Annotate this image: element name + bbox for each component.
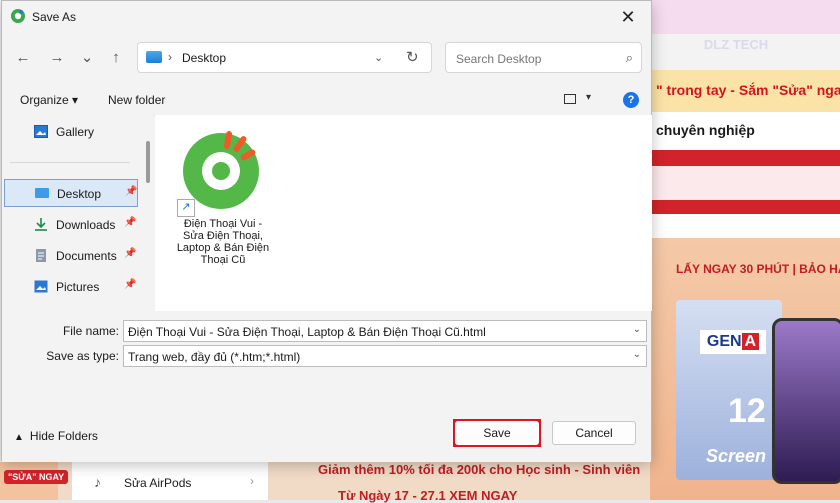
save-button[interactable]: Save	[455, 421, 539, 445]
refresh-icon[interactable]: ↻	[406, 48, 419, 66]
pin-icon[interactable]: 📌	[124, 279, 136, 290]
desktop-icon	[146, 51, 162, 63]
file-name-field-label: File name:	[62, 324, 119, 338]
save-type-value[interactable]	[128, 349, 618, 364]
bg-brand-accent: A	[741, 333, 760, 350]
bg-red-bar	[650, 150, 840, 166]
bg-pink-bar	[650, 166, 840, 200]
search-input[interactable]	[454, 49, 618, 69]
bg-banner: " trong tay - Sắm "Sửa" ngay!	[650, 70, 840, 112]
new-folder-button[interactable]: New folder	[108, 93, 165, 107]
download-icon	[35, 218, 47, 231]
pictures-icon	[34, 280, 48, 293]
sidebar-item-desktop[interactable]: Desktop 📌	[4, 179, 138, 207]
navigation-bar: ← → ⌄ ↑ › Desktop ⌄ ↻ ⌕	[2, 39, 651, 77]
forward-button[interactable]: →	[44, 45, 70, 71]
bg-badge: "SỬA" NGAY	[4, 470, 69, 484]
file-name-combobox: ⌄	[123, 320, 647, 342]
breadcrumb-desktop[interactable]: Desktop	[182, 51, 226, 65]
bg-side-menu-label: Sửa AirPods	[124, 476, 192, 490]
file-name-label: Điện Thoại Vui - Sửa Điện Thoại, Laptop …	[176, 218, 270, 266]
chevron-right-icon: ›	[250, 474, 254, 488]
pin-icon[interactable]: 📌	[124, 248, 136, 259]
shortcut-arrow-icon: ↗	[177, 199, 195, 217]
command-bar: Organize ▾ New folder ▾ ?	[2, 85, 651, 116]
cancel-button[interactable]: Cancel	[552, 421, 636, 445]
save-type-select[interactable]: ⌄	[123, 345, 647, 367]
bg-phone-image	[772, 318, 840, 484]
file-item[interactable]: ↗ Điện Thoại Vui - Sửa Điện Thoại, Lapto…	[175, 123, 271, 283]
pin-icon[interactable]: 📌	[125, 186, 137, 197]
caret-up-icon: ▲	[14, 432, 24, 443]
save-options-panel: File name: ⌄ Save as type: ⌄ ▲ Hide Folde…	[2, 311, 651, 462]
bg-brand-text: GEN	[706, 333, 742, 350]
bg-product-label: Screen	[706, 446, 767, 466]
bg-bottom-date: Từ Ngày 17 - 27.1 XEM NGAY	[338, 488, 518, 503]
documents-icon	[36, 249, 46, 262]
chevron-down-icon[interactable]: ⌄	[633, 324, 641, 335]
gallery-icon	[34, 125, 48, 138]
sidebar-item-label: Gallery	[56, 125, 95, 139]
breadcrumb-separator: ›	[168, 50, 172, 64]
chevron-down-icon[interactable]: ⌄	[374, 51, 383, 64]
sidebar-item-label: Downloads	[56, 218, 116, 232]
bg-top-strip	[650, 0, 840, 34]
up-button[interactable]: ↑	[103, 45, 129, 71]
search-box: ⌕	[445, 42, 642, 73]
sidebar-divider	[10, 162, 130, 163]
bg-product-model: 12	[728, 392, 766, 430]
coccoc-browser-icon	[11, 9, 25, 23]
file-name-input[interactable]	[128, 324, 618, 339]
file-list: ↗ Điện Thoại Vui - Sửa Điện Thoại, Lapto…	[155, 115, 652, 311]
close-button[interactable]: ✕	[605, 1, 651, 33]
airpods-icon: ♪	[94, 474, 101, 490]
help-icon[interactable]: ?	[623, 92, 639, 108]
bg-bottom-promo: Giảm thêm 10% tối đa 200k cho Học sinh -…	[318, 462, 641, 477]
view-dropdown-icon[interactable]: ▾	[586, 92, 591, 103]
bg-promo-text: LẤY NGAY 30 PHÚT | BẢO HÀ	[676, 262, 840, 276]
dialog-title: Save As	[32, 10, 77, 24]
sidebar-item-documents[interactable]: Documents 📌	[4, 242, 138, 270]
sidebar-item-gallery[interactable]: Gallery	[4, 118, 138, 146]
pin-icon[interactable]: 📌	[124, 217, 136, 228]
search-icon[interactable]: ⌕	[626, 50, 633, 66]
hide-folders-button[interactable]: ▲ Hide Folders	[14, 429, 98, 443]
bg-banner-text: " trong tay - Sắm "Sửa" ngay!	[656, 82, 840, 98]
bg-red-bar	[650, 200, 840, 214]
save-type-field-label: Save as type:	[46, 349, 119, 363]
recent-locations-button[interactable]: ⌄	[74, 45, 100, 71]
sidebar-item-downloads[interactable]: Downloads 📌	[4, 211, 138, 239]
bg-heading: chuyên nghiệp	[656, 122, 755, 138]
title-bar: Save As ✕	[2, 1, 651, 33]
sidebar-item-pictures[interactable]: Pictures 📌	[4, 273, 138, 301]
hide-folders-label: Hide Folders	[29, 429, 98, 443]
navigation-pane: Gallery Desktop 📌 Downloads 📌 Documents …	[2, 115, 154, 311]
desktop-icon	[35, 188, 49, 198]
back-button[interactable]: ←	[10, 45, 36, 71]
chevron-down-icon[interactable]: ⌄	[633, 349, 641, 360]
sidebar-item-label: Documents	[56, 249, 117, 263]
address-bar[interactable]: › Desktop ⌄ ↻	[137, 42, 432, 73]
sidebar-item-label: Desktop	[57, 187, 102, 201]
view-layout-icon[interactable]	[564, 94, 576, 104]
bg-product-brand: GEN A	[700, 330, 766, 354]
organize-button[interactable]: Organize ▾	[20, 93, 78, 107]
bg-logo: DLZ TECH	[703, 37, 769, 52]
sidebar-item-label: Pictures	[56, 280, 100, 294]
sidebar-scrollbar[interactable]	[146, 141, 150, 183]
save-as-dialog: Save As ✕ ← → ⌄ ↑ › Desktop ⌄ ↻ ⌕ Organi…	[1, 0, 652, 462]
